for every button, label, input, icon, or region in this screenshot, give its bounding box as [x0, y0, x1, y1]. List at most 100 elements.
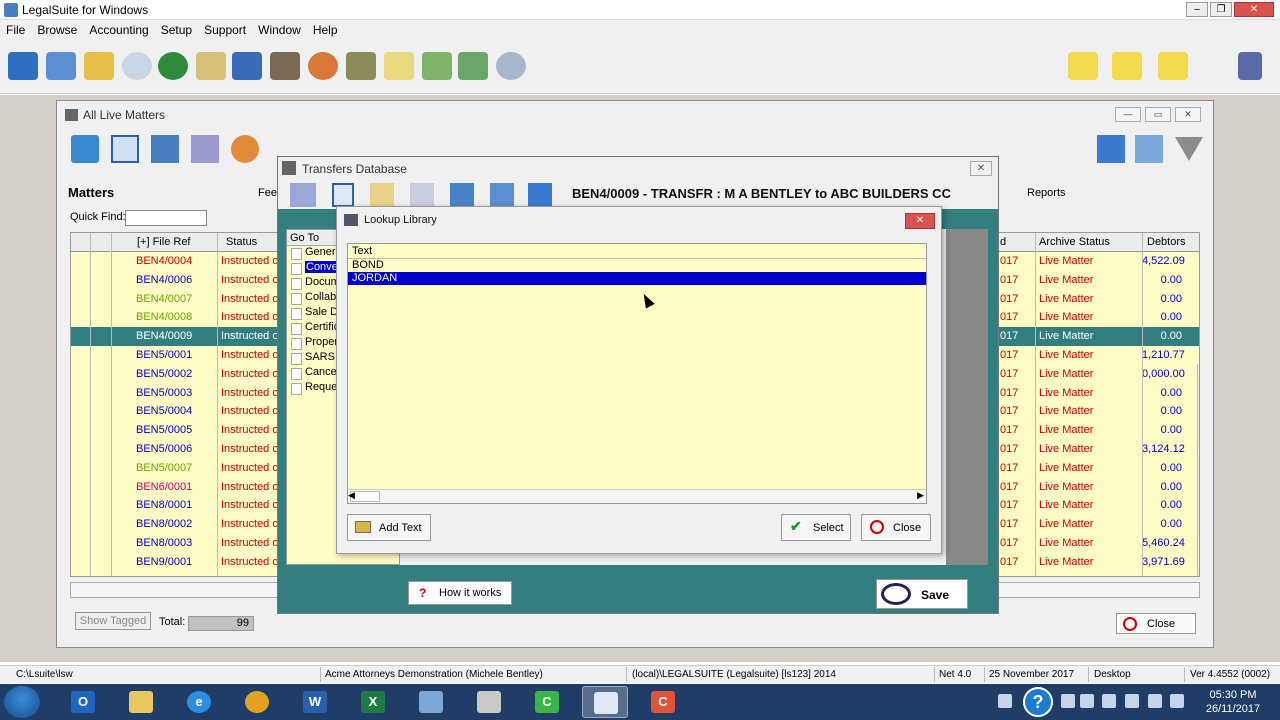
taskbar-app1[interactable] — [408, 686, 454, 718]
checklist-icon[interactable] — [332, 183, 354, 207]
col-archive-status[interactable]: Archive Status — [1039, 236, 1110, 248]
documents-icon[interactable] — [196, 52, 226, 80]
edit-folder-icon[interactable] — [1112, 52, 1142, 80]
wand-icon[interactable] — [1097, 135, 1125, 163]
menu-accounting[interactable]: Accounting — [83, 20, 154, 40]
edit-icon[interactable] — [422, 52, 452, 80]
close-icon[interactable]: ✕ — [1175, 107, 1201, 122]
signal-icon[interactable] — [1148, 694, 1162, 708]
filter-icon[interactable] — [1175, 137, 1203, 161]
key-icon[interactable] — [84, 52, 114, 80]
new-folder-icon[interactable] — [1068, 52, 1098, 80]
cell-file-ref: BEN4/0008 — [136, 311, 193, 324]
save-button[interactable]: Save — [876, 579, 968, 609]
list-item[interactable]: JORDAN — [348, 272, 926, 285]
app-icon — [419, 691, 443, 713]
scroll-left-icon[interactable]: ◀ — [348, 490, 355, 501]
taskbar-outlook[interactable]: O — [60, 686, 106, 718]
quick-find-input[interactable] — [125, 210, 207, 226]
taskbar-legalsuite[interactable] — [582, 686, 628, 718]
start-button[interactable] — [4, 686, 40, 718]
taskbar-explorer[interactable] — [118, 686, 164, 718]
cell-debtors: 4,522.09 — [1142, 255, 1185, 267]
help-icon[interactable]: ? — [1023, 687, 1053, 717]
status-bar: C:\Lsuite\lsw Acme Attorneys Demonstrati… — [0, 665, 1280, 683]
taskbar-app2[interactable] — [466, 686, 512, 718]
print-icon[interactable] — [191, 135, 219, 163]
keyboard-icon[interactable] — [998, 694, 1012, 708]
network-tray-icon[interactable] — [1080, 694, 1094, 708]
new-matter-icon[interactable] — [71, 135, 99, 163]
outlook-icon: O — [71, 691, 95, 713]
col-debtors[interactable]: Debtors — [1147, 236, 1186, 248]
menu-file[interactable]: File — [0, 20, 31, 40]
lookup-hscroll[interactable]: ◀ ▶ — [348, 489, 926, 503]
fax-icon[interactable] — [270, 52, 300, 80]
taskbar-recorder[interactable]: C — [640, 686, 686, 718]
tools-icon[interactable] — [458, 52, 488, 80]
taskbar-word[interactable]: W — [292, 686, 338, 718]
matters-close-button[interactable]: Close — [1116, 613, 1196, 634]
maximize-icon[interactable]: ▭ — [1145, 107, 1171, 122]
exit-icon[interactable] — [1238, 52, 1262, 80]
scroll-right-icon[interactable]: ▶ — [917, 490, 924, 501]
clock[interactable]: 05:30 PM 26/11/2017 — [1200, 688, 1266, 716]
menu-browse[interactable]: Browse — [31, 20, 83, 40]
show-tagged-button[interactable]: Show Tagged — [75, 612, 151, 630]
volume-icon[interactable] — [1170, 694, 1184, 708]
restore-icon[interactable]: ❐ — [1210, 2, 1232, 17]
user-icon[interactable] — [308, 52, 338, 80]
how-it-works-button[interactable]: ? How it works — [408, 581, 512, 605]
tag-icon[interactable] — [384, 52, 414, 80]
cell-status: Instructed or — [221, 405, 283, 418]
display-icon[interactable] — [1125, 694, 1139, 708]
window-list-icon[interactable] — [151, 135, 179, 163]
menu-help[interactable]: Help — [307, 20, 344, 40]
lookup-column-header[interactable]: Text — [348, 244, 926, 259]
matters-icon[interactable] — [8, 52, 38, 80]
col-d[interactable]: d — [1000, 236, 1006, 248]
documents-icon[interactable] — [370, 183, 394, 207]
close-button[interactable]: Close — [861, 514, 931, 541]
contacts-icon[interactable] — [46, 52, 76, 80]
taskbar-camtasia[interactable]: C — [524, 686, 570, 718]
checklist-icon[interactable] — [111, 135, 139, 163]
close-icon[interactable]: ✕ — [970, 161, 992, 176]
col-file-ref[interactable]: [+] File Ref — [137, 236, 191, 248]
fee-tab[interactable]: Fee — [258, 187, 277, 199]
tray-up-icon[interactable] — [1061, 694, 1075, 708]
menu-setup[interactable]: Setup — [155, 20, 198, 40]
party-icon[interactable] — [231, 135, 259, 163]
cell-status: Instructed or — [221, 292, 283, 305]
grid-vscroll[interactable] — [1197, 364, 1199, 576]
add-text-button[interactable]: Add Text — [347, 514, 431, 541]
wand-icon[interactable] — [528, 183, 552, 207]
col-status[interactable]: Status — [226, 236, 257, 248]
reports-tab[interactable]: Reports — [1027, 187, 1066, 199]
parties-icon[interactable] — [290, 183, 316, 207]
cell-debtors: 0.00 — [1160, 386, 1182, 399]
minimize-icon[interactable]: – — [1186, 2, 1208, 17]
close-icon[interactable]: ✕ — [1234, 2, 1274, 17]
delete-folder-icon[interactable] — [1158, 52, 1188, 80]
flag-icon[interactable] — [1102, 694, 1116, 708]
globe-icon[interactable] — [158, 52, 188, 80]
minimize-icon[interactable]: — — [1115, 107, 1141, 122]
search-icon[interactable] — [496, 52, 526, 80]
menu-support[interactable]: Support — [198, 20, 252, 40]
chart-icon[interactable] — [232, 52, 262, 80]
security-icon[interactable] — [346, 52, 376, 80]
cell-d: 017 — [1000, 255, 1019, 267]
select-button[interactable]: ✔ Select — [781, 514, 851, 541]
calculator-icon[interactable] — [490, 183, 514, 207]
text-icon[interactable] — [410, 183, 434, 207]
taskbar-ie[interactable]: e — [176, 686, 222, 718]
close-icon[interactable]: ✕ — [905, 213, 935, 229]
taskbar-chrome[interactable] — [234, 686, 280, 718]
calendar-icon[interactable] — [450, 183, 474, 207]
taskbar-excel[interactable]: X — [350, 686, 396, 718]
timer-icon[interactable] — [122, 52, 152, 80]
menu-window[interactable]: Window — [252, 20, 307, 40]
list-item[interactable]: BOND — [348, 259, 926, 272]
search-doc-icon[interactable] — [1135, 135, 1163, 163]
